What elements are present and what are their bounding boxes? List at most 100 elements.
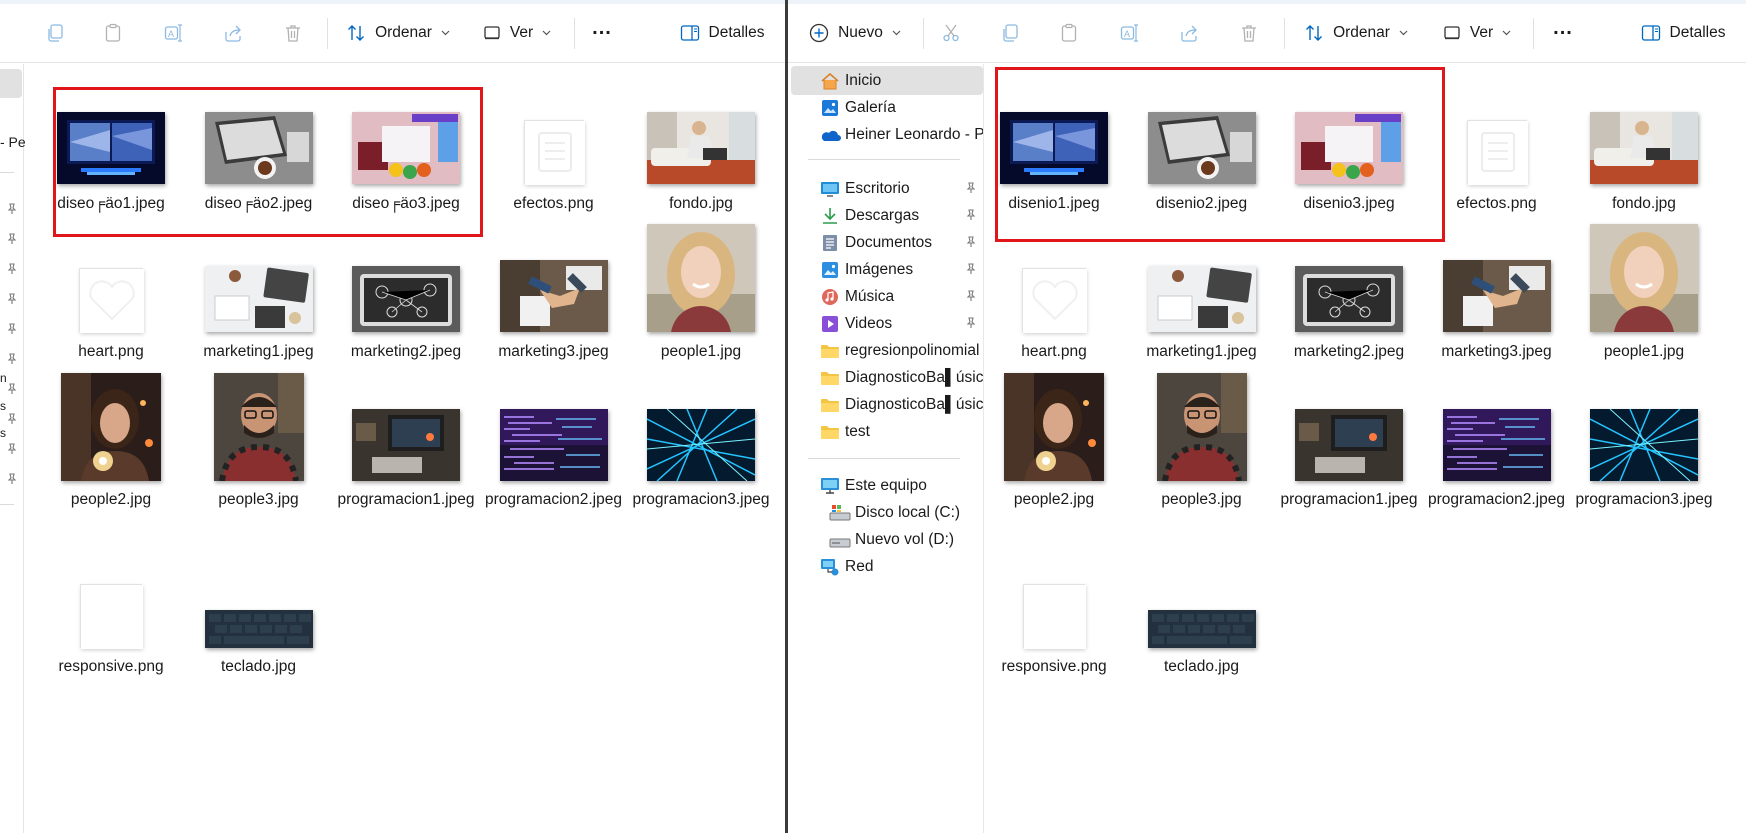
pin-icon[interactable] — [6, 232, 18, 250]
trash-icon — [1242, 25, 1256, 42]
details-button[interactable]: Detalles — [1633, 18, 1733, 48]
pin-icon[interactable] — [965, 208, 977, 226]
nav-item-label: Este equipo — [845, 476, 927, 494]
file-name: programacion1.jpeg — [337, 491, 475, 508]
rename-button[interactable]: A — [158, 18, 188, 48]
copy-button[interactable] — [40, 18, 70, 48]
left-explorer-window: A Ordenar Ver ... Detalles - Pe n s s di… — [0, 0, 785, 833]
nav-item[interactable]: Escritorio — [791, 174, 983, 203]
nav-item[interactable]: DiagnosticoBa▌úsicc — [791, 363, 983, 392]
nav-item[interactable]: Red — [791, 552, 983, 581]
chevron-down-icon — [1502, 30, 1511, 36]
pin-icon[interactable] — [6, 262, 18, 280]
more-options-button[interactable]: ... — [1548, 17, 1578, 48]
nav-item[interactable]: Imágenes — [791, 255, 983, 284]
file-name: fondo.jpg — [669, 195, 733, 212]
file-thumbnail — [1590, 409, 1698, 481]
nav-item-label: Imágenes — [845, 260, 914, 278]
delete-button[interactable] — [1234, 18, 1264, 48]
file-thumbnail — [61, 373, 161, 481]
nav-item[interactable]: test — [791, 417, 983, 446]
pin-icon[interactable] — [965, 181, 977, 199]
file-thumbnail — [1590, 112, 1698, 184]
view-button[interactable]: Ver — [482, 18, 552, 48]
nav-item-label: regresionpolinomial — [845, 341, 980, 359]
nav-item-label: Galería — [845, 98, 896, 116]
pin-icon[interactable] — [6, 442, 18, 460]
plus-circle-icon — [809, 23, 829, 43]
file-thumbnail — [80, 584, 143, 649]
network-icon — [819, 557, 841, 577]
nav-item[interactable]: Inicio — [791, 66, 983, 95]
nav-item-selected-stub[interactable] — [0, 69, 22, 98]
file-name: diseo╒äo3.jpeg — [352, 195, 460, 212]
pin-icon[interactable] — [6, 322, 18, 340]
file-name: teclado.jpg — [221, 658, 296, 675]
nav-item[interactable]: Nuevo vol (D:) — [791, 525, 983, 554]
nav-item[interactable]: Disco local (C:) — [791, 498, 983, 527]
pin-icon[interactable] — [6, 382, 18, 400]
pin-icon[interactable] — [965, 235, 977, 253]
pin-icon[interactable] — [6, 202, 18, 220]
new-button[interactable]: Nuevo — [806, 18, 904, 48]
pin-icon[interactable] — [965, 289, 977, 307]
view-label: Ver — [1469, 24, 1494, 41]
paste-button[interactable] — [1054, 18, 1084, 48]
nav-item-label: Inicio — [845, 71, 882, 89]
paste-button[interactable] — [98, 18, 128, 48]
file-thumbnail — [1147, 266, 1256, 332]
nav-item-label: Videos — [845, 314, 893, 332]
gallery-icon — [819, 98, 841, 118]
nav-item[interactable]: DiagnosticoBa▌úsicc — [791, 390, 983, 419]
desktop-icon — [819, 179, 841, 199]
file-thumbnail — [647, 112, 755, 184]
file-thumbnail — [1295, 409, 1403, 481]
nav-item[interactable]: Heiner Leonardo - Pe — [791, 120, 983, 149]
rename-button[interactable]: A — [1114, 18, 1144, 48]
details-button[interactable]: Detalles — [672, 18, 772, 48]
sort-label: Ordenar — [375, 24, 432, 41]
folder-icon — [819, 395, 841, 415]
file-name: marketing2.jpeg — [1293, 343, 1405, 360]
share-button[interactable] — [1174, 18, 1204, 48]
nav-item[interactable]: Descargas — [791, 201, 983, 230]
more-label: ... — [592, 16, 612, 39]
copy-button[interactable] — [995, 18, 1025, 48]
paste-icon — [1061, 23, 1077, 42]
sort-button[interactable]: Ordenar — [346, 18, 450, 48]
nav-item-label: Escritorio — [845, 179, 910, 197]
nav-item[interactable]: Este equipo — [791, 471, 983, 500]
file-name: fondo.jpg — [1612, 195, 1676, 212]
view-button[interactable]: Ver — [1442, 18, 1512, 48]
share-button[interactable] — [218, 18, 248, 48]
nav-fragment: s — [0, 399, 6, 413]
nav-item[interactable]: regresionpolinomial — [791, 336, 983, 365]
pin-icon[interactable] — [6, 472, 18, 490]
file-thumbnail — [57, 112, 165, 184]
file-thumbnail — [213, 373, 304, 481]
pin-icon[interactable] — [965, 262, 977, 280]
nav-item[interactable]: Documentos — [791, 228, 983, 257]
nav-fragment: - Pe — [0, 134, 26, 150]
file-name: efectos.png — [1456, 195, 1537, 212]
pin-icon[interactable] — [965, 316, 977, 334]
trash-icon — [286, 25, 300, 42]
nav-item[interactable]: Galería — [791, 93, 983, 122]
nav-item[interactable]: Videos — [791, 309, 983, 338]
sort-button[interactable]: Ordenar — [1304, 18, 1408, 48]
nav-item-label: DiagnosticoBa▌úsicc — [845, 368, 983, 386]
view-label: Ver — [509, 24, 534, 41]
pin-icon[interactable] — [6, 292, 18, 310]
pin-icon[interactable] — [6, 352, 18, 370]
pin-icon[interactable] — [6, 412, 18, 430]
more-options-button[interactable]: ... — [587, 16, 617, 48]
nav-item[interactable]: Música — [791, 282, 983, 311]
cut-button[interactable] — [936, 18, 966, 48]
file-thumbnail — [1590, 224, 1698, 332]
svg-text:A: A — [1124, 29, 1130, 39]
delete-button[interactable] — [278, 18, 308, 48]
toolbar-separator — [923, 18, 924, 49]
download-icon — [819, 206, 841, 226]
file-thumbnail — [1147, 610, 1256, 648]
file-thumbnail — [1022, 268, 1087, 333]
